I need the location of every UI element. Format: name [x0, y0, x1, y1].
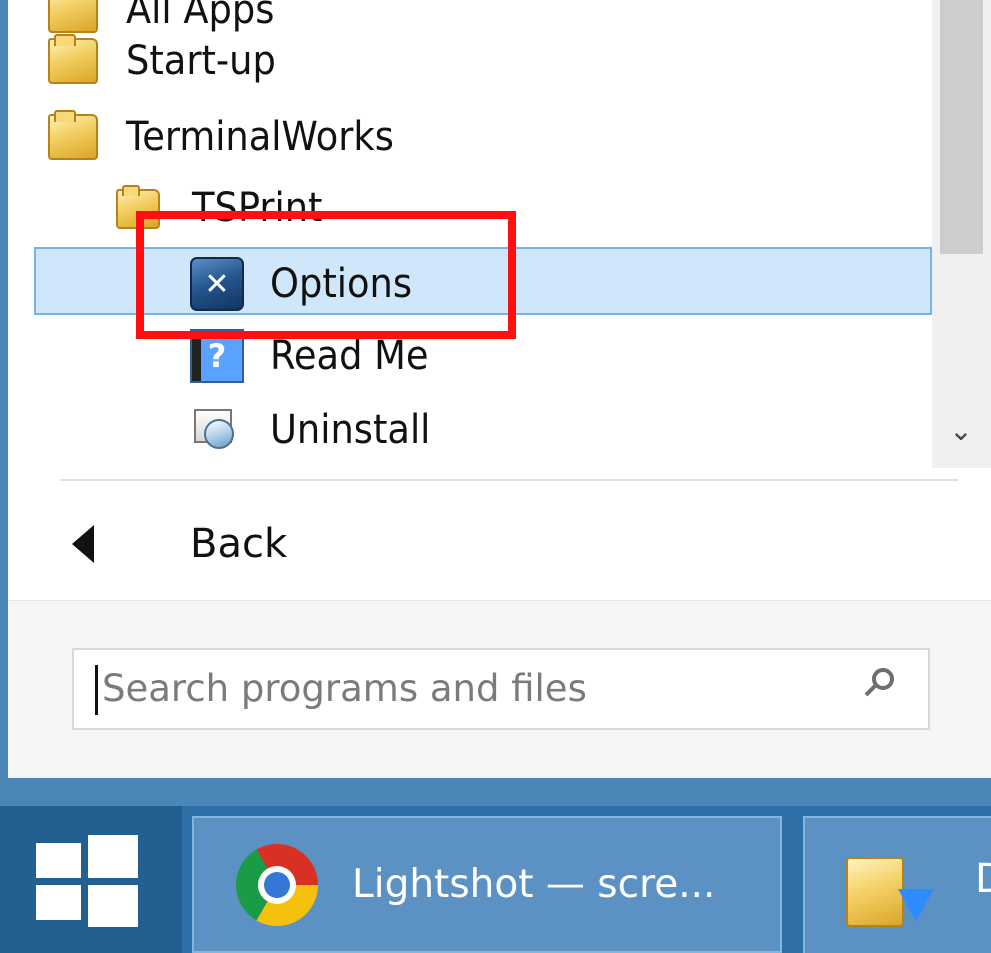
- taskbar-item-label: D: [975, 856, 991, 902]
- windows-icon: [36, 835, 138, 927]
- search-icon[interactable]: [858, 666, 902, 710]
- program-label: Read Me: [270, 333, 429, 379]
- folder-icon: [112, 181, 166, 235]
- program-list[interactable]: All Apps Start-up TerminalWorks TSPrint …: [8, 0, 932, 468]
- taskbar-item-file-explorer[interactable]: D: [803, 816, 991, 953]
- back-arrow-icon: [72, 525, 94, 563]
- scrollbar-thumb[interactable]: [940, 0, 983, 254]
- file-explorer-icon: [844, 845, 934, 935]
- taskbar-item-lightshot-chrome[interactable]: Lightshot — scre...: [192, 816, 782, 953]
- program-list-scrollbar[interactable]: ⌄: [932, 0, 991, 468]
- windows-logo-pane: [36, 885, 81, 920]
- start-menu: All Apps Start-up TerminalWorks TSPrint …: [0, 0, 991, 790]
- back-button[interactable]: Back: [62, 512, 422, 576]
- folder-terminalworks[interactable]: TerminalWorks: [46, 103, 417, 171]
- search-area: [8, 600, 991, 778]
- program-uninstall[interactable]: Uninstall: [190, 396, 444, 464]
- start-menu-panel: All Apps Start-up TerminalWorks TSPrint …: [8, 0, 991, 778]
- taskbar-item-label: Lightshot — scre...: [352, 862, 716, 907]
- uninstall-icon: [190, 403, 244, 457]
- windows-logo-pane: [88, 885, 138, 927]
- chrome-icon: [236, 843, 318, 926]
- folder-start-up[interactable]: Start-up: [46, 27, 289, 95]
- search-box[interactable]: [72, 648, 930, 730]
- program-read-me[interactable]: ? Read Me: [190, 322, 442, 390]
- chevron-down-icon[interactable]: ⌄: [941, 410, 981, 450]
- menu-separator: [60, 479, 958, 481]
- taskbar: Lightshot — scre... D: [0, 806, 991, 953]
- program-label: Options: [270, 261, 412, 307]
- back-label: Back: [190, 521, 288, 567]
- options-icon: ✕: [190, 257, 244, 311]
- windows-logo-pane: [88, 835, 138, 878]
- start-button[interactable]: [0, 806, 182, 953]
- folder-label: Start-up: [126, 38, 276, 84]
- program-options[interactable]: ✕ Options: [190, 250, 424, 318]
- search-input[interactable]: [92, 659, 832, 717]
- selected-program-highlight[interactable]: [34, 247, 932, 315]
- folder-icon: [46, 34, 100, 88]
- readme-icon: ?: [190, 329, 244, 383]
- folder-label: TSPrint: [192, 185, 323, 231]
- folder-label: TerminalWorks: [126, 114, 394, 160]
- program-label: Uninstall: [270, 407, 431, 453]
- folder-tsprint[interactable]: TSPrint: [112, 174, 334, 242]
- windows-logo-pane: [36, 843, 81, 878]
- folder-icon: [46, 110, 100, 164]
